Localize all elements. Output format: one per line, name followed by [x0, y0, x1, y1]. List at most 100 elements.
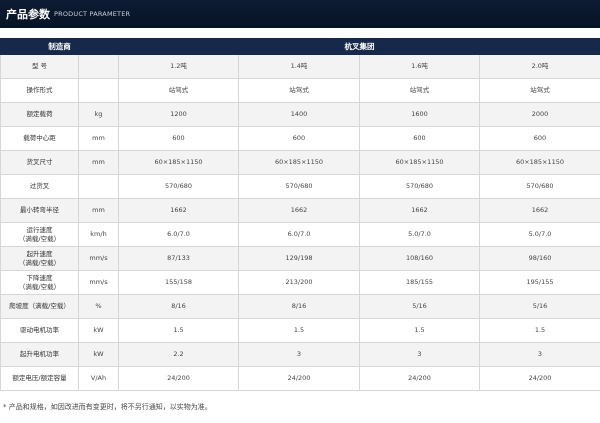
param-value: 2000	[479, 102, 600, 127]
param-value: 98/160	[479, 246, 600, 271]
table-row: 过货叉 570/680 570/680 570/680 570/680	[0, 174, 600, 199]
param-value: 3	[359, 342, 480, 367]
param-value: 24/200	[238, 366, 360, 391]
param-unit: kW	[78, 318, 119, 343]
param-value: 1.5	[238, 318, 360, 343]
param-value: 站驾式	[359, 78, 480, 103]
param-value: 87/133	[118, 246, 239, 271]
param-label-text: 运行速度	[26, 226, 53, 235]
param-value: 60×185×1150	[359, 150, 480, 175]
table-row: 货叉尺寸 mm 60×185×1150 60×185×1150 60×185×1150 6…	[0, 150, 600, 175]
param-value: 1.5	[359, 318, 480, 343]
param-label-text: 额定载荷	[26, 110, 53, 119]
param-label: 型 号	[0, 54, 79, 79]
param-unit: mm	[78, 198, 119, 223]
param-label: 过货叉	[0, 174, 79, 199]
param-label-text: 起升电机功率	[20, 350, 59, 359]
param-label-condition: （满载/空载）	[18, 234, 61, 243]
table-row: 运行速度 （满载/空载） km/h 6.0/7.0 6.0/7.0 5.0/7.0 5.0/…	[0, 222, 600, 247]
footnote: * 产品和规格，如因改进而有变更时，将不另行通知，以实物为准。	[3, 403, 212, 411]
param-value: 195/155	[479, 270, 600, 295]
param-unit: mm/s	[78, 246, 119, 271]
param-value: 1662	[238, 198, 360, 223]
parameter-table: 制造商 杭叉集团 型 号 1.2吨 1.4吨 1.6吨 2.0吨 操作形式 站驾式 站驾式 站驾…	[0, 38, 600, 391]
param-value: 6.0/7.0	[238, 222, 360, 247]
param-value: 2.0吨	[479, 54, 600, 79]
param-value: 185/155	[359, 270, 480, 295]
param-value: 站驾式	[479, 78, 600, 103]
param-value: 570/680	[118, 174, 239, 199]
param-label: 爬坡度（满载/空载）	[0, 294, 79, 319]
header-title: 产品参数	[6, 8, 50, 21]
param-value: 5/16	[479, 294, 600, 319]
param-value: 1200	[118, 102, 239, 127]
table-row: 载荷中心距 mm 600 600 600 600	[0, 126, 600, 151]
param-value: 600	[238, 126, 360, 151]
manufacturer-row: 制造商 杭叉集团	[0, 38, 600, 55]
param-unit	[78, 78, 119, 103]
param-value: 24/200	[118, 366, 239, 391]
param-value: 5.0/7.0	[479, 222, 600, 247]
param-value: 1.2吨	[118, 54, 239, 79]
table-row: 额定载荷 kg 1200 1400 1600 2000	[0, 102, 600, 127]
table-row: 爬坡度（满载/空载）% 8/16 8/16 5/16 5/16	[0, 294, 600, 319]
param-value: 600	[359, 126, 480, 151]
param-value: 站驾式	[118, 78, 239, 103]
param-label: 驱动电机功率	[0, 318, 79, 343]
param-value: 站驾式	[238, 78, 360, 103]
param-value: 1.6吨	[359, 54, 480, 79]
param-value: 60×185×1150	[118, 150, 239, 175]
parameter-table-body: 型 号 1.2吨 1.4吨 1.6吨 2.0吨 操作形式 站驾式 站驾式 站驾式 站驾式 额定载荷 k…	[0, 54, 600, 391]
param-label-text: 载荷中心距	[23, 134, 56, 143]
page-header: 产品参数 PRODUCT PARAMETER	[0, 0, 600, 28]
param-value: 1400	[238, 102, 360, 127]
param-unit: kg	[78, 102, 119, 127]
param-value: 1.5	[118, 318, 239, 343]
param-unit: V/Ah	[78, 366, 119, 391]
param-label-text: 型 号	[31, 62, 48, 71]
param-value: 1600	[359, 102, 480, 127]
param-unit: %	[78, 294, 119, 319]
param-value: 1662	[118, 198, 239, 223]
param-label-text: 起升速度	[26, 250, 53, 259]
param-value: 3	[479, 342, 600, 367]
param-label: 额定载荷	[0, 102, 79, 127]
param-label-condition: （满载/空载）	[18, 258, 61, 267]
param-label-text: 操作形式	[26, 86, 53, 95]
param-unit: mm	[78, 126, 119, 151]
param-value: 108/160	[359, 246, 480, 271]
param-label: 额定电压/额定容量	[0, 366, 79, 391]
param-label: 运行速度 （满载/空载）	[0, 222, 79, 247]
param-label: 操作形式	[0, 78, 79, 103]
param-value: 60×185×1150	[238, 150, 360, 175]
param-value: 8/16	[118, 294, 239, 319]
header-subtitle: PRODUCT PARAMETER	[54, 10, 131, 18]
param-value: 600	[118, 126, 239, 151]
param-label: 起升电机功率	[0, 342, 79, 367]
param-value: 1662	[479, 198, 600, 223]
param-value: 570/680	[238, 174, 360, 199]
manufacturer-value: 杭叉集团	[118, 38, 600, 55]
param-label-text: 驱动电机功率	[20, 326, 59, 335]
table-row: 起升电机功率 kW 2.2 3 3 3	[0, 342, 600, 367]
table-row: 起升速度 （满载/空载） mm/s 87/133 129/198 108/160 98/16…	[0, 246, 600, 271]
param-label-text: 爬坡度（满载/空载）	[9, 302, 70, 311]
param-value: 3	[238, 342, 360, 367]
param-label-text: 下降速度	[26, 274, 53, 283]
param-value: 570/680	[479, 174, 600, 199]
param-label-text: 最小转弯半径	[20, 206, 59, 215]
table-row: 驱动电机功率 kW 1.5 1.5 1.5 1.5	[0, 318, 600, 343]
param-value: 1.5	[479, 318, 600, 343]
table-row: 额定电压/额定容量 V/Ah 24/200 24/200 24/200 24/200	[0, 366, 600, 391]
param-label-condition: （满载/空载）	[18, 282, 61, 291]
param-label: 载荷中心距	[0, 126, 79, 151]
manufacturer-label: 制造商	[0, 38, 119, 55]
param-unit: mm	[78, 150, 119, 175]
param-label: 货叉尺寸	[0, 150, 79, 175]
param-label: 最小转弯半径	[0, 198, 79, 223]
param-value: 8/16	[238, 294, 360, 319]
table-row: 下降速度 （满载/空载） mm/s 155/158 213/200 185/155 195/…	[0, 270, 600, 295]
param-value: 129/198	[238, 246, 360, 271]
param-unit	[78, 54, 119, 79]
param-unit: kW	[78, 342, 119, 367]
